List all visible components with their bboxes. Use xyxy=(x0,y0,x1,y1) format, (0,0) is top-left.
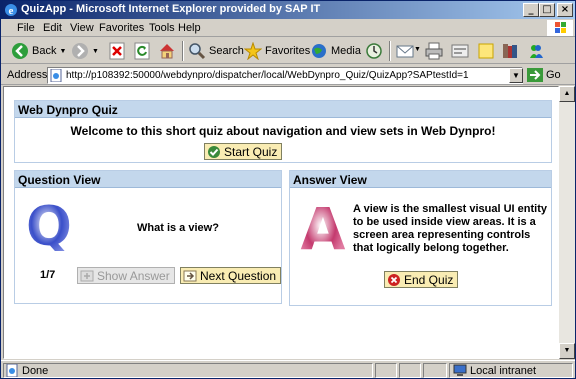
media-globe-icon xyxy=(312,44,326,58)
favorites-star-icon xyxy=(244,42,262,60)
page-done-icon xyxy=(6,364,18,377)
question-text: What is a view? xyxy=(137,222,219,234)
home-icon[interactable] xyxy=(158,42,176,60)
next-question-icon xyxy=(183,270,197,281)
answer-text: A view is the smallest visual UI entity … xyxy=(353,203,547,254)
zone-label: Local intranet xyxy=(470,365,537,377)
search-label: Search xyxy=(209,45,244,57)
media-label: Media xyxy=(331,45,361,57)
maximize-button[interactable]: □ xyxy=(539,3,555,17)
menu-tools[interactable]: Tools xyxy=(149,22,175,34)
go-button[interactable]: Go xyxy=(527,68,561,82)
scroll-down-button[interactable]: ▼ xyxy=(559,343,575,359)
status-text: Done xyxy=(22,365,49,377)
print-icon[interactable] xyxy=(425,42,443,60)
back-button[interactable]: Back ▼ xyxy=(11,40,66,62)
forward-dropdown-icon[interactable]: ▼ xyxy=(92,48,99,55)
menu-edit[interactable]: Edit xyxy=(43,22,62,34)
forward-arrow-icon xyxy=(72,43,88,59)
checkmark-icon xyxy=(208,145,220,158)
browser-window: e QuizApp - Microsoft Internet Explorer … xyxy=(0,0,576,379)
scroll-up-button[interactable]: ▲ xyxy=(559,86,575,102)
go-label: Go xyxy=(546,69,561,81)
toolbar-separator xyxy=(182,41,184,61)
end-quiz-label: End Quiz xyxy=(404,272,454,287)
welcome-text: Welcome to this short quiz about navigat… xyxy=(70,124,496,138)
messenger-icon[interactable] xyxy=(527,42,545,60)
back-arrow-icon xyxy=(12,43,28,59)
answer-view-panel: Answer View A A view is the smallest vis… xyxy=(289,170,552,306)
next-question-button[interactable]: Next Question xyxy=(180,267,282,284)
menu-file[interactable]: File xyxy=(17,22,35,34)
window-title: QuizApp - Microsoft Internet Explorer pr… xyxy=(21,3,321,15)
show-answer-icon xyxy=(80,270,94,281)
svg-text:A: A xyxy=(301,199,346,253)
menu-view[interactable]: View xyxy=(70,22,94,34)
toolbar-separator xyxy=(389,41,391,61)
show-answer-label: Show Answer xyxy=(97,268,170,283)
address-url: http://p108392:50000/webdynpro/dispatche… xyxy=(66,70,469,81)
discuss-icon[interactable] xyxy=(477,42,495,60)
minimize-button[interactable]: _ xyxy=(523,3,539,17)
question-counter: 1/7 xyxy=(40,269,56,281)
svg-text:Q: Q xyxy=(26,199,72,251)
refresh-icon[interactable] xyxy=(133,42,151,60)
next-question-label: Next Question xyxy=(200,268,277,283)
stop-icon[interactable] xyxy=(108,42,126,60)
edit-icon[interactable] xyxy=(451,42,469,60)
quiz-panel: Web Dynpro Quiz Welcome to this short qu… xyxy=(14,100,552,163)
search-icon xyxy=(189,43,206,60)
show-answer-button[interactable]: Show Answer xyxy=(77,267,175,284)
address-label: Address xyxy=(7,69,48,81)
windows-flag-icon xyxy=(547,20,573,36)
address-dropdown-button[interactable]: ▼ xyxy=(509,68,523,83)
go-arrow-icon xyxy=(527,68,543,82)
status-cell xyxy=(423,363,447,378)
status-cell xyxy=(399,363,421,378)
a-logo-icon: A xyxy=(301,199,346,253)
favorites-label: Favorites xyxy=(265,45,311,57)
menu-favorites[interactable]: Favorites xyxy=(99,22,144,34)
back-label: Back xyxy=(32,45,57,57)
title-bar: e QuizApp - Microsoft Internet Explorer … xyxy=(1,1,575,19)
security-zone: Local intranet xyxy=(449,363,573,378)
toolbar: Back ▼ ▼ Search Favorites Media ▼ xyxy=(1,38,575,64)
answer-view-header: Answer View xyxy=(290,171,551,188)
end-quiz-button[interactable]: End Quiz xyxy=(384,271,459,288)
status-cell xyxy=(375,363,397,378)
svg-text:e: e xyxy=(9,5,14,17)
quiz-panel-header: Web Dynpro Quiz xyxy=(15,101,551,118)
vertical-scrollbar[interactable]: ▲ ▼ xyxy=(559,86,575,359)
start-quiz-button[interactable]: Start Quiz xyxy=(204,143,283,160)
search-button[interactable]: Search xyxy=(188,40,244,62)
address-bar: Address http://p108392:50000/webdynpro/d… xyxy=(1,65,575,85)
intranet-icon xyxy=(453,364,467,376)
status-main: Done xyxy=(3,363,373,378)
page-content: Web Dynpro Quiz Welcome to this short qu… xyxy=(3,86,559,359)
close-button[interactable]: × xyxy=(557,3,573,17)
page-icon xyxy=(50,69,62,82)
end-quiz-icon xyxy=(388,273,400,286)
mail-dropdown-icon[interactable]: ▼ xyxy=(414,46,421,53)
question-view-header: Question View xyxy=(15,171,281,188)
mail-icon[interactable] xyxy=(396,42,414,60)
back-dropdown-icon[interactable]: ▼ xyxy=(59,48,66,55)
question-view-panel: Question View Q What is a view? 1/7 Show… xyxy=(14,170,282,304)
ie-logo-icon: e xyxy=(5,4,17,17)
research-icon[interactable] xyxy=(501,42,519,60)
status-bar: Done Local intranet xyxy=(1,360,575,378)
address-input[interactable]: http://p108392:50000/webdynpro/dispatche… xyxy=(47,67,523,84)
favorites-button[interactable]: Favorites xyxy=(244,40,310,62)
history-icon[interactable] xyxy=(365,42,383,60)
q-logo-icon: Q xyxy=(26,199,72,251)
forward-button[interactable]: ▼ xyxy=(71,40,99,62)
menu-bar: File Edit View Favorites Tools Help xyxy=(1,20,575,37)
menu-help[interactable]: Help xyxy=(178,22,201,34)
start-quiz-label: Start Quiz xyxy=(224,144,278,159)
media-button[interactable]: Media xyxy=(310,40,361,62)
